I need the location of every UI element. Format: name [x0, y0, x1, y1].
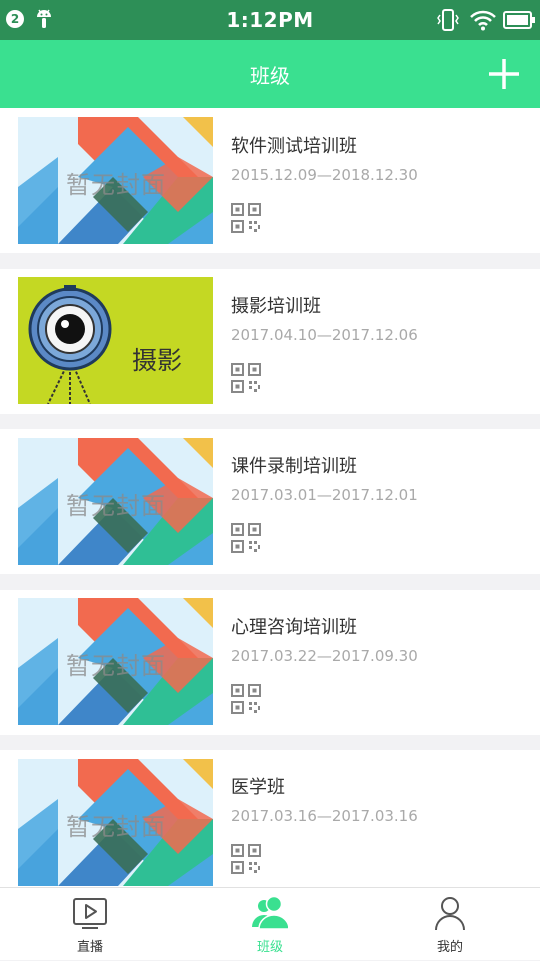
class-cover-image: 暂无封面 [18, 117, 213, 244]
class-card[interactable]: 暂无封面 课件录制培训班 2017.03.01—2017.12.01 [0, 429, 540, 574]
class-date-range: 2015.12.09—2018.12.30 [231, 166, 418, 184]
cover-placeholder-text: 暂无封面 [66, 171, 166, 199]
tab-class[interactable]: 班级 [180, 888, 360, 961]
class-title: 医学班 [231, 777, 285, 798]
class-title: 软件测试培训班 [231, 136, 357, 157]
class-list: 暂无封面 软件测试培训班 2015.12.09—2018.12.30 摄影 摄影… [0, 108, 540, 887]
class-title: 课件录制培训班 [231, 456, 357, 477]
class-title: 心理咨询培训班 [231, 617, 357, 638]
class-cover-image: 暂无封面 [18, 598, 213, 725]
class-cover-image: 摄影 [18, 277, 213, 404]
tab-label: 我的 [436, 940, 463, 955]
class-cover-image: 暂无封面 [18, 759, 213, 886]
qr-code-icon[interactable] [231, 363, 261, 393]
add-class-button[interactable] [486, 56, 522, 92]
class-date-range: 2017.03.16—2017.03.16 [231, 807, 418, 825]
person-icon [435, 897, 465, 931]
tab-label: 班级 [256, 940, 283, 955]
wifi-icon [470, 10, 496, 31]
qr-code-icon[interactable] [231, 844, 261, 874]
class-date-range: 2017.03.22—2017.09.30 [231, 647, 418, 665]
class-card[interactable]: 摄影 摄影培训班 2017.04.10—2017.12.06 [0, 269, 540, 414]
camera-lens-illustration [18, 277, 213, 404]
status-bar: 2 1:12PM [0, 0, 540, 40]
class-date-range: 2017.03.01—2017.12.01 [231, 486, 418, 504]
tab-live[interactable]: 直播 [0, 888, 180, 961]
qr-code-icon[interactable] [231, 684, 261, 714]
bottom-tab-bar: 直播 班级 我的 [0, 887, 540, 960]
cover-placeholder-text: 暂无封面 [66, 652, 166, 680]
clock: 1:12PM [226, 8, 314, 32]
qr-code-icon[interactable] [231, 203, 261, 233]
cover-placeholder-text: 暂无封面 [66, 813, 166, 841]
class-cover-image: 暂无封面 [18, 438, 213, 565]
battery-icon [503, 11, 535, 29]
tab-mine[interactable]: 我的 [360, 888, 540, 961]
play-icon [73, 898, 107, 929]
class-card[interactable]: 暂无封面 心理咨询培训班 2017.03.22—2017.09.30 [0, 590, 540, 735]
cover-caption: 摄影 [132, 346, 183, 375]
class-card[interactable]: 暂无封面 软件测试培训班 2015.12.09—2018.12.30 [0, 108, 540, 253]
class-date-range: 2017.04.10—2017.12.06 [231, 326, 418, 344]
page-title: 班级 [250, 64, 290, 88]
class-title: 摄影培训班 [231, 296, 321, 317]
vibrate-icon [437, 9, 459, 31]
cover-placeholder-text: 暂无封面 [66, 492, 166, 520]
app-bar: 班级 [0, 40, 540, 108]
class-card[interactable]: 暂无封面 医学班 2017.03.16—2017.03.16 [0, 750, 540, 887]
group-icon [252, 895, 288, 930]
tab-label: 直播 [76, 940, 103, 955]
qr-code-icon[interactable] [231, 523, 261, 553]
